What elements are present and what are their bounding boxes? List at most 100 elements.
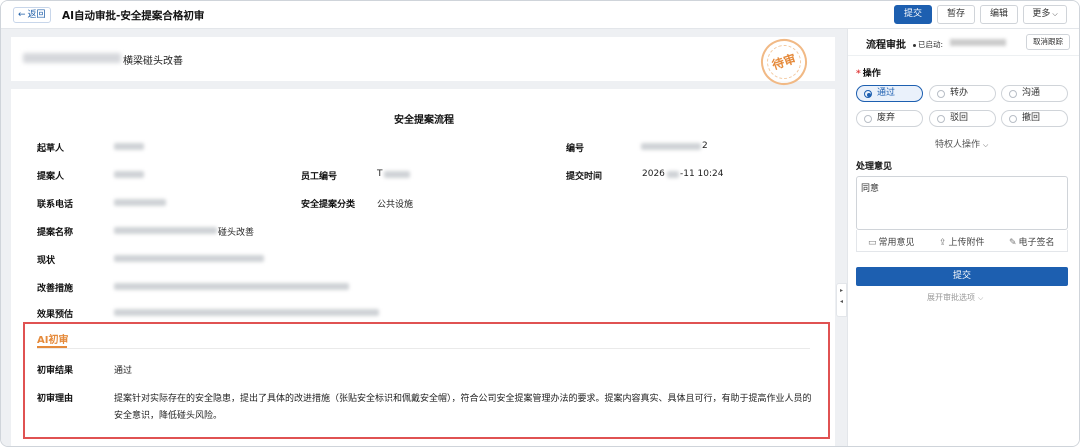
privileged-label: 特权人操作 bbox=[935, 140, 981, 150]
measures-label: 改善措施 bbox=[37, 284, 74, 294]
sidebar-divider bbox=[848, 55, 1079, 56]
category-label: 安全提案分类 bbox=[301, 200, 356, 210]
option-discard[interactable]: 废弃 bbox=[856, 110, 923, 127]
radio-icon bbox=[1009, 90, 1017, 98]
option-label: 驳回 bbox=[950, 113, 969, 123]
option-label: 通过 bbox=[877, 88, 896, 98]
proposer-redacted bbox=[114, 171, 144, 178]
radio-icon bbox=[864, 90, 872, 98]
signature-label: 电子签名 bbox=[1018, 238, 1055, 248]
subject-redacted bbox=[23, 53, 121, 63]
expand-approval-options[interactable]: 展开审批选项 ⌵ bbox=[927, 292, 983, 303]
common-opinion-label: 常用意见 bbox=[878, 238, 915, 248]
employee-no-value: T bbox=[377, 169, 383, 179]
subject-card: 横梁碰头改善 bbox=[11, 37, 835, 81]
submit-time-value: -11 10:24 bbox=[680, 169, 724, 179]
expand-label: 展开审批选项 bbox=[927, 293, 975, 302]
current-redacted bbox=[114, 255, 264, 262]
subject-text: 横梁碰头改善 bbox=[123, 56, 183, 67]
proposer-label: 提案人 bbox=[37, 172, 65, 182]
page-title: AI自动审批-安全提案合格初审 bbox=[62, 10, 205, 22]
cancel-track-button[interactable]: 取消跟踪 bbox=[1026, 34, 1070, 50]
back-button[interactable]: ← 返回 bbox=[13, 7, 51, 23]
number-redacted bbox=[641, 143, 701, 150]
effect-label: 效果预估 bbox=[37, 310, 74, 320]
ai-result-label: 初审结果 bbox=[37, 366, 74, 376]
radio-icon bbox=[1009, 115, 1017, 123]
chevron-down-icon: ⌵ bbox=[1052, 10, 1058, 18]
ai-tab-divider bbox=[37, 348, 810, 349]
ai-result-value: 通过 bbox=[114, 366, 133, 376]
submit-button[interactable]: 提交 bbox=[894, 5, 932, 24]
opinion-toolbar: ▭ 常用意见 ⇪ 上传附件 ✎ 电子签名 bbox=[856, 230, 1068, 252]
option-label: 废弃 bbox=[877, 113, 896, 123]
number-label: 编号 bbox=[566, 144, 585, 154]
option-pass[interactable]: 通过 bbox=[856, 85, 923, 102]
opinion-textarea[interactable] bbox=[856, 176, 1068, 230]
upload-attachment-button[interactable]: ⇪ 上传附件 bbox=[939, 235, 985, 248]
radio-icon bbox=[937, 115, 945, 123]
back-label: 返回 bbox=[27, 10, 46, 20]
app-window: ← 返回 AI自动审批-安全提案合格初审 提交 暂存 编辑 更多 ⌵ 横梁碰头改善 … bbox=[0, 0, 1080, 447]
option-reject[interactable]: 驳回 bbox=[929, 110, 996, 127]
radio-icon bbox=[864, 115, 872, 123]
chevron-right-icon: ▸ bbox=[839, 287, 843, 294]
proposal-name-label: 提案名称 bbox=[37, 228, 74, 238]
process-status: 已启动: bbox=[913, 39, 943, 50]
comment-icon: ▭ bbox=[868, 238, 877, 248]
operation-label: * 操作 bbox=[856, 66, 881, 79]
drafter-label: 起草人 bbox=[37, 144, 65, 154]
sidebar-title: 流程审批 bbox=[866, 40, 906, 51]
employee-no-label: 员工编号 bbox=[301, 172, 338, 182]
save-draft-button[interactable]: 暂存 bbox=[937, 5, 975, 24]
current-label: 现状 bbox=[37, 256, 56, 266]
phone-redacted bbox=[114, 199, 166, 206]
status-time-redacted bbox=[950, 39, 1006, 46]
chevron-down-icon: ⌵ bbox=[978, 294, 984, 302]
option-transfer[interactable]: 转办 bbox=[929, 85, 996, 102]
effect-redacted bbox=[114, 309, 379, 316]
e-signature-button[interactable]: ✎ 电子签名 bbox=[1009, 235, 1055, 248]
option-label: 撤回 bbox=[1022, 113, 1041, 123]
submit-time-year: 2026 bbox=[642, 169, 665, 179]
option-withdraw[interactable]: 撤回 bbox=[1001, 110, 1068, 127]
drafter-redacted bbox=[114, 143, 144, 150]
form-title: 安全提案流程 bbox=[394, 115, 454, 126]
common-opinion-button[interactable]: ▭ 常用意见 bbox=[868, 235, 915, 248]
ai-reason-value: 提案针对实际存在的安全隐患，提出了具体的改进措施（张贴安全标识和佩戴安全帽），符… bbox=[114, 394, 812, 421]
required-icon: * bbox=[856, 69, 861, 79]
option-communicate[interactable]: 沟通 bbox=[1001, 85, 1068, 102]
submit-time-redacted bbox=[667, 171, 679, 178]
submit-time-label: 提交时间 bbox=[566, 172, 603, 182]
status-dot-icon bbox=[913, 43, 916, 47]
category-value: 公共设施 bbox=[377, 200, 414, 210]
ai-tab-underline bbox=[37, 346, 67, 348]
measures-redacted bbox=[114, 283, 349, 290]
phone-label: 联系电话 bbox=[37, 200, 74, 210]
status-label: 已启动: bbox=[918, 40, 944, 49]
edit-button[interactable]: 编辑 bbox=[980, 5, 1018, 24]
option-label: 沟通 bbox=[1022, 88, 1041, 98]
proposal-name-value: 碰头改善 bbox=[218, 228, 255, 238]
arrow-left-icon: ← bbox=[18, 10, 26, 20]
proposal-name-redacted bbox=[114, 227, 217, 234]
sidebar-submit-button[interactable]: 提交 bbox=[856, 267, 1068, 286]
sidebar-collapse-handle[interactable]: ▸ ◂ bbox=[836, 283, 847, 317]
radio-icon bbox=[937, 90, 945, 98]
top-toolbar: ← 返回 AI自动审批-安全提案合格初审 提交 暂存 编辑 更多 ⌵ bbox=[1, 1, 1079, 29]
privileged-ops-toggle[interactable]: 特权人操作 ⌵ bbox=[935, 137, 988, 150]
pen-icon: ✎ bbox=[1009, 238, 1017, 248]
ai-reason-label: 初审理由 bbox=[37, 394, 74, 404]
chevron-down-icon: ⌵ bbox=[983, 141, 989, 149]
more-button[interactable]: 更多 ⌵ bbox=[1023, 5, 1067, 24]
operation-label-text: 操作 bbox=[862, 69, 881, 79]
number-value: 2 bbox=[702, 141, 708, 151]
employee-no-redacted bbox=[384, 171, 410, 178]
chevron-left-icon: ◂ bbox=[839, 298, 843, 305]
upload-icon: ⇪ bbox=[939, 238, 947, 248]
more-label: 更多 bbox=[1032, 9, 1051, 19]
upload-label: 上传附件 bbox=[948, 238, 985, 248]
ai-review-tab[interactable]: AI初审 bbox=[37, 331, 68, 346]
option-label: 转办 bbox=[950, 88, 969, 98]
opinion-label: 处理意见 bbox=[856, 162, 893, 172]
